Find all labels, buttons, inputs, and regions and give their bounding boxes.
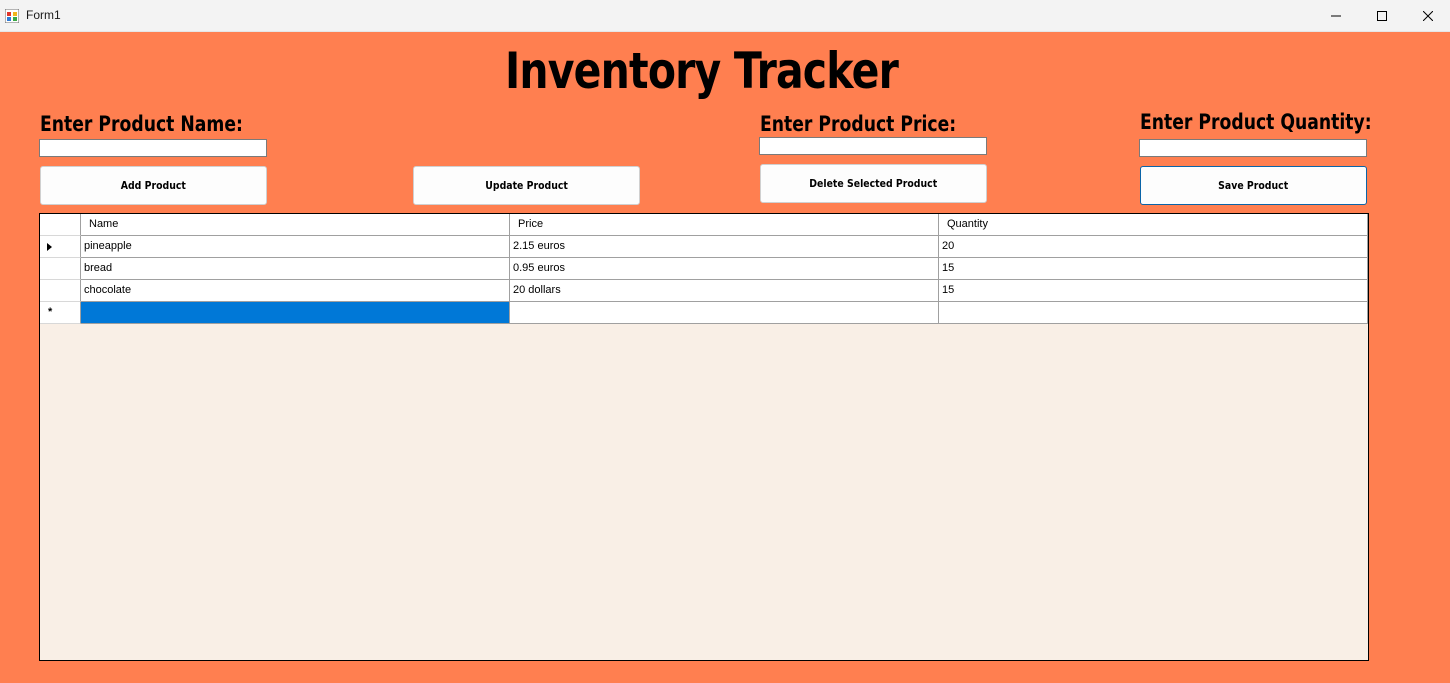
update-product-button-label: Update Product <box>485 179 568 192</box>
product-quantity-input[interactable] <box>1139 139 1367 157</box>
table-row[interactable]: bread 0.95 euros 15 <box>40 258 1368 280</box>
delete-selected-product-button[interactable]: Delete Selected Product <box>760 164 987 203</box>
cell-name[interactable]: pineapple <box>81 236 510 258</box>
grid-corner-cell[interactable] <box>40 214 81 236</box>
row-header[interactable] <box>40 236 81 258</box>
delete-selected-product-button-label: Delete Selected Product <box>809 177 938 190</box>
cell-quantity[interactable]: 20 <box>939 236 1368 258</box>
products-data-grid[interactable]: Name Price Quantity pineapple 2.15 euros… <box>39 213 1369 661</box>
row-header[interactable] <box>40 280 81 302</box>
column-header-quantity[interactable]: Quantity <box>939 214 1368 236</box>
table-row[interactable]: chocolate 20 dollars 15 <box>40 280 1368 302</box>
product-name-input[interactable] <box>39 139 267 157</box>
save-product-button[interactable]: Save Product <box>1140 166 1367 205</box>
product-price-input[interactable] <box>759 137 987 155</box>
maximize-button[interactable] <box>1359 0 1405 32</box>
grid-header-row: Name Price Quantity <box>40 214 1368 236</box>
cell-name[interactable]: bread <box>81 258 510 280</box>
cell-price[interactable]: 2.15 euros <box>510 236 939 258</box>
cell-price[interactable] <box>510 302 939 324</box>
app-icon <box>5 9 19 23</box>
column-header-price[interactable]: Price <box>510 214 939 236</box>
cell-quantity[interactable] <box>939 302 1368 324</box>
close-button[interactable] <box>1405 0 1450 32</box>
window-title: Form1 <box>26 8 61 22</box>
save-product-button-label: Save Product <box>1218 179 1289 192</box>
minimize-button[interactable] <box>1313 0 1359 32</box>
cell-quantity[interactable]: 15 <box>939 280 1368 302</box>
cell-name-selected[interactable] <box>81 302 510 324</box>
maximize-icon <box>1377 11 1387 21</box>
cell-name[interactable]: chocolate <box>81 280 510 302</box>
product-price-label: Enter Product Price: <box>760 112 957 136</box>
new-row-marker: * <box>48 306 53 318</box>
new-row[interactable]: * <box>40 302 1368 324</box>
current-row-arrow-icon <box>47 243 52 251</box>
cell-quantity[interactable]: 15 <box>939 258 1368 280</box>
page-title: Inventory Tracker <box>504 42 899 100</box>
cell-price[interactable]: 20 dollars <box>510 280 939 302</box>
cell-price[interactable]: 0.95 euros <box>510 258 939 280</box>
row-header[interactable] <box>40 258 81 280</box>
product-name-label: Enter Product Name: <box>40 112 243 136</box>
column-header-name[interactable]: Name <box>81 214 510 236</box>
table-row[interactable]: pineapple 2.15 euros 20 <box>40 236 1368 258</box>
add-product-button[interactable]: Add Product <box>40 166 267 205</box>
row-header[interactable]: * <box>40 302 81 324</box>
minimize-icon <box>1331 15 1341 17</box>
add-product-button-label: Add Product <box>120 179 187 192</box>
close-icon <box>1423 11 1433 21</box>
window-title-bar: Form1 <box>0 0 1450 32</box>
update-product-button[interactable]: Update Product <box>413 166 640 205</box>
product-quantity-label: Enter Product Quantity: <box>1140 110 1372 134</box>
